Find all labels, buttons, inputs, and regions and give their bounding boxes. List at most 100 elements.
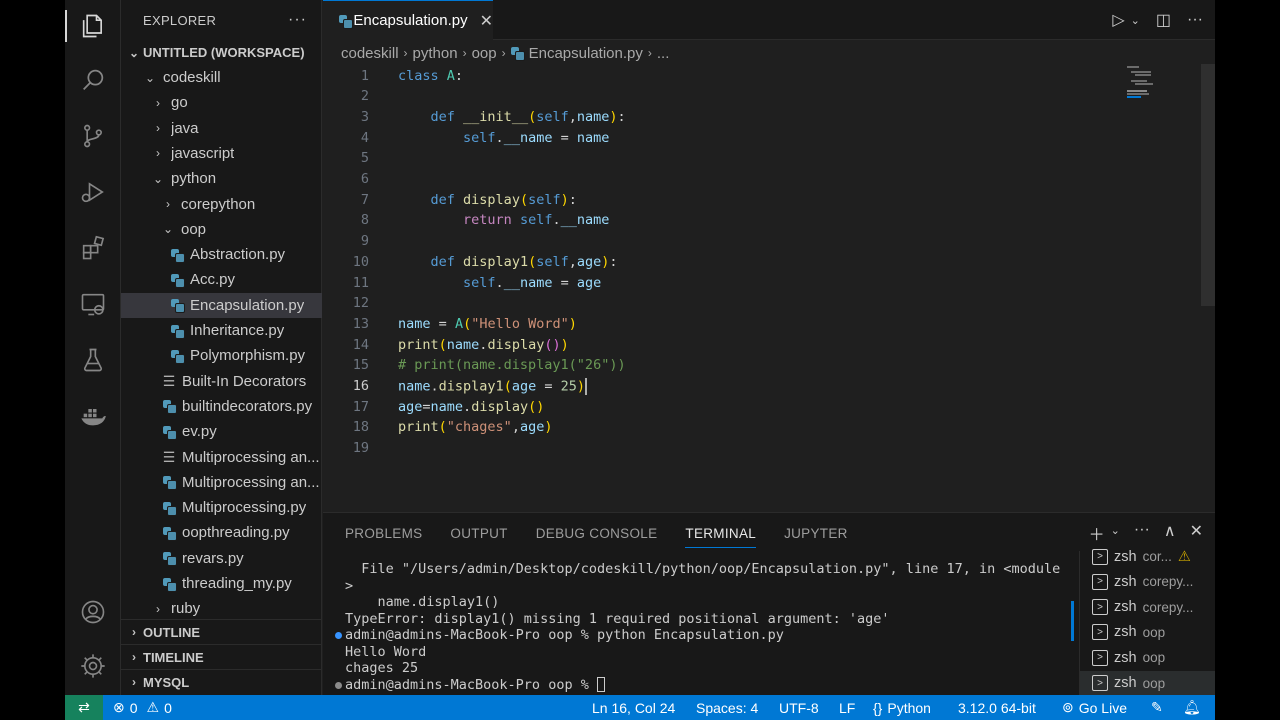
problems-status[interactable]: ⊗ 0 ⚠ 0 (113, 695, 172, 720)
feedback-icon[interactable]: ✎ (1151, 695, 1163, 720)
close-icon[interactable]: ✕ (480, 11, 493, 31)
code-line[interactable]: 5 (323, 148, 1183, 169)
testing-icon[interactable] (73, 340, 113, 380)
code-line[interactable]: 17 age=name.display() (323, 396, 1183, 417)
tree-file[interactable]: Inheritance.py (121, 318, 322, 343)
code-line[interactable]: 10 def display1(self,age): (323, 251, 1183, 272)
terminal-instance[interactable]: > zsh corepy... (1092, 569, 1215, 594)
code-line[interactable]: 18 print("chages",age) (323, 417, 1183, 438)
outline-section[interactable]: › OUTLINE (121, 619, 322, 644)
mysql-section[interactable]: › MYSQL (121, 669, 322, 694)
more-actions-icon[interactable]: ··· (1134, 521, 1150, 545)
remote-explorer-icon[interactable] (73, 284, 113, 324)
code-line[interactable]: 8 return self.__name (323, 210, 1183, 231)
tree-folder[interactable]: › javascript (121, 141, 322, 166)
tree-file[interactable]: Polymorphism.py (121, 343, 322, 368)
source-control-icon[interactable] (73, 116, 113, 156)
code-line[interactable]: 7 def display(self): (323, 189, 1183, 210)
tree-file[interactable]: Acc.py (121, 267, 322, 292)
chevron-down-icon[interactable]: ⌄ (1111, 524, 1120, 545)
terminal-instance[interactable]: > zsh corepy... (1092, 595, 1215, 620)
code-line[interactable]: 6 (323, 169, 1183, 190)
code-line[interactable]: 3 def __init__(self,name): (323, 106, 1183, 127)
tree-file[interactable]: builtindecorators.py (121, 394, 322, 419)
breadcrumb-item[interactable]: ... (657, 45, 670, 62)
settings-gear-icon[interactable] (73, 646, 113, 686)
tab-encapsulation[interactable]: Encapsulation.py ✕ (323, 0, 493, 40)
close-panel-icon[interactable]: ✕ (1190, 521, 1203, 545)
maximize-panel-icon[interactable]: ∧ (1164, 521, 1176, 545)
code-line[interactable]: 1 class A: (323, 65, 1183, 86)
more-actions-icon[interactable]: ··· (288, 11, 307, 29)
eol-status[interactable]: LF (839, 695, 855, 720)
docker-icon[interactable] (73, 396, 113, 436)
timeline-section[interactable]: › TIMELINE (121, 644, 322, 669)
code-line[interactable]: 12 (323, 293, 1183, 314)
tree-file[interactable]: Multiprocessing.py (121, 495, 322, 520)
code-line[interactable]: 19 (323, 438, 1183, 459)
search-icon[interactable] (73, 60, 113, 100)
tree-file[interactable]: oopthreading.py (121, 520, 322, 545)
new-terminal-icon[interactable]: ＋ (1089, 521, 1105, 545)
code-line[interactable]: 11 self.__name = age (323, 272, 1183, 293)
terminal-instance[interactable]: > zsh oop (1080, 670, 1215, 696)
cursor-position[interactable]: Ln 16, Col 24 (592, 695, 675, 720)
tab-problems[interactable]: PROBLEMS (345, 526, 422, 541)
tree-file[interactable]: revars.py (121, 546, 322, 571)
tree-file[interactable]: Encapsulation.py (121, 292, 322, 318)
explorer-icon[interactable] (65, 6, 113, 46)
tab-debug-console[interactable]: DEBUG CONSOLE (536, 526, 658, 541)
command-decoration-dot[interactable] (335, 681, 342, 689)
tree-file[interactable]: ☰ Multiprocessing an... (121, 445, 322, 470)
indentation-status[interactable]: Spaces: 4 (696, 695, 758, 720)
chevron-down-icon[interactable]: ⌄ (1131, 14, 1140, 27)
interpreter-status[interactable]: 3.12.0 64-bit (958, 695, 1036, 720)
code-line[interactable]: 4 self.__name = name (323, 127, 1183, 148)
code-line[interactable]: 13 name = A("Hello Word") (323, 313, 1183, 334)
terminal-instance[interactable]: > zsh oop (1092, 645, 1215, 670)
tab-terminal[interactable]: TERMINAL (685, 526, 757, 548)
tree-folder[interactable]: ⌄ codeskill (121, 65, 322, 90)
split-editor-icon[interactable]: ◫ (1156, 10, 1171, 30)
command-decoration-dot[interactable] (335, 632, 342, 639)
minimap[interactable] (1123, 64, 1203, 104)
tree-folder[interactable]: › go (121, 90, 322, 115)
tree-folder[interactable]: ⌄ oop (121, 217, 322, 242)
remote-indicator-icon[interactable]: ⇄ (65, 695, 103, 720)
tab-jupyter[interactable]: JUPYTER (784, 526, 848, 541)
more-actions-icon[interactable]: ··· (1187, 11, 1203, 29)
tree-file[interactable]: ev.py (121, 419, 322, 444)
code-line[interactable]: 16 name.display1(age = 25) (323, 376, 1183, 397)
terminal-instance[interactable]: > zsh cor... ⚠ (1092, 544, 1215, 569)
notifications-bell-icon[interactable]: 🔔︎ (1183, 695, 1201, 720)
breadcrumb-item[interactable]: Encapsulation.py (529, 45, 643, 62)
tree-file[interactable]: threading_my.py (121, 571, 322, 596)
tree-file[interactable]: Abstraction.py (121, 242, 322, 267)
breadcrumb-item[interactable]: oop (472, 45, 497, 62)
encoding-status[interactable]: UTF-8 (779, 695, 819, 720)
code-line[interactable]: 9 (323, 231, 1183, 252)
tree-folder[interactable]: › java (121, 116, 322, 141)
code-line[interactable]: 15 # print(name.display1("26")) (323, 355, 1183, 376)
language-status[interactable]: {} Python (873, 695, 931, 720)
run-icon[interactable]: ▷ (1112, 10, 1124, 30)
tab-output[interactable]: OUTPUT (450, 526, 507, 541)
go-live-button[interactable]: ⊚ Go Live (1062, 695, 1127, 720)
code-line[interactable]: 14 print(name.display()) (323, 334, 1183, 355)
tree-file[interactable]: ☰ Built-In Decorators (121, 369, 322, 394)
terminal-icon: > (1092, 573, 1108, 590)
terminal-instance[interactable]: > zsh oop (1092, 620, 1215, 645)
run-debug-icon[interactable] (73, 172, 113, 212)
breadcrumb-item[interactable]: python (413, 45, 458, 62)
code-line[interactable]: 2 (323, 86, 1183, 107)
tree-folder[interactable]: › ruby (121, 596, 322, 621)
tree-folder[interactable]: › corepython (121, 192, 322, 217)
breadcrumb-item[interactable]: codeskill (341, 45, 399, 62)
tree-folder[interactable]: ⌄ python (121, 166, 322, 191)
extensions-icon[interactable] (73, 228, 113, 268)
tree-file[interactable]: Multiprocessing an... (121, 470, 322, 495)
account-icon[interactable] (73, 592, 113, 632)
editor-scrollbar[interactable] (1201, 64, 1215, 306)
code-text: print("chages",age) (398, 419, 553, 436)
workspace-root[interactable]: ⌄ UNTITLED (WORKSPACE) (121, 40, 322, 65)
